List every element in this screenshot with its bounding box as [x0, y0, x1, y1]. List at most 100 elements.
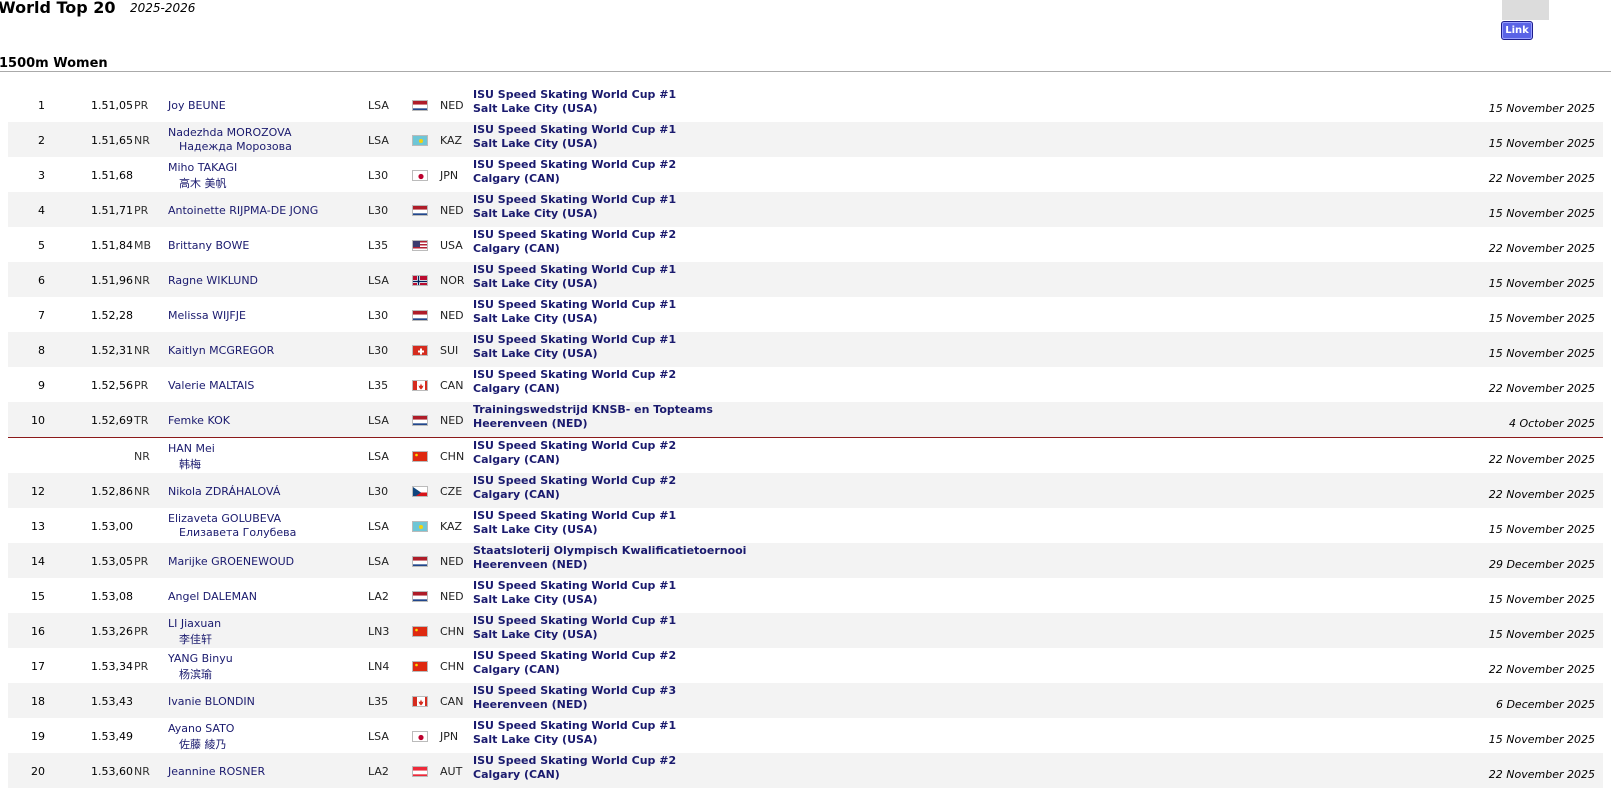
rank: 17 [31, 660, 45, 673]
competition-link[interactable]: ISU Speed Skating World Cup #2 [473, 754, 676, 767]
category: LSA [368, 730, 389, 743]
competition-link[interactable]: ISU Speed Skating World Cup #1 [473, 193, 676, 206]
athlete-name[interactable]: Elizaveta GOLUBEVA [168, 512, 281, 525]
date: 15 November 2025 [1488, 102, 1595, 115]
table-row: 10 1.52,69 TR Femke KOK LSA NED Training… [8, 402, 1603, 437]
athlete-name[interactable]: Jeannine ROSNER [168, 765, 265, 778]
table-row: 8 1.52,31 NR Kaitlyn MCGREGOR L30 SUI IS… [8, 332, 1603, 367]
venue[interactable]: Salt Lake City (USA) [473, 207, 597, 220]
record-code: PR [134, 555, 149, 568]
venue[interactable]: Calgary (CAN) [473, 768, 560, 781]
athlete-name[interactable]: Ivanie BLONDIN [168, 695, 255, 708]
record-code: NR [134, 274, 150, 287]
athlete-name[interactable]: Nadezhda MOROZOVA [168, 126, 291, 139]
venue[interactable]: Heerenveen (NED) [473, 698, 588, 711]
venue[interactable]: Salt Lake City (USA) [473, 733, 597, 746]
competition-link[interactable]: ISU Speed Skating World Cup #2 [473, 474, 676, 487]
venue[interactable]: Calgary (CAN) [473, 242, 560, 255]
athlete-name[interactable]: LI Jiaxuan [168, 617, 221, 630]
venue[interactable]: Calgary (CAN) [473, 488, 560, 501]
athlete-name[interactable]: Melissa WIJFJE [168, 309, 246, 322]
athlete-name[interactable]: Nikola ZDRÁHALOVÁ [168, 485, 280, 498]
venue[interactable]: Heerenveen (NED) [473, 558, 588, 571]
competition-link[interactable]: ISU Speed Skating World Cup #2 [473, 158, 676, 171]
flag-icon [412, 731, 428, 742]
athlete-name[interactable]: Antoinette RIJPMA-DE JONG [168, 204, 318, 217]
table-row: 3 1.51,68 Miho TAKAGI 高木 美帆 L30 JPN ISU S… [8, 157, 1603, 192]
rank: 4 [38, 204, 45, 217]
nationality: NED [440, 204, 464, 217]
flag-icon [412, 486, 428, 497]
link-button[interactable]: Link [1501, 21, 1533, 40]
athlete-name[interactable]: Ayano SATO [168, 722, 234, 735]
competition-link[interactable]: ISU Speed Skating World Cup #1 [473, 614, 676, 627]
competition-link[interactable]: ISU Speed Skating World Cup #1 [473, 333, 676, 346]
venue[interactable]: Salt Lake City (USA) [473, 628, 597, 641]
competition-link[interactable]: ISU Speed Skating World Cup #2 [473, 228, 676, 241]
time: 1.51,96 [91, 274, 133, 287]
category: L35 [368, 239, 389, 252]
venue[interactable]: Calgary (CAN) [473, 453, 560, 466]
venue[interactable]: Salt Lake City (USA) [473, 523, 597, 536]
athlete-name[interactable]: Angel DALEMAN [168, 590, 257, 603]
venue[interactable]: Calgary (CAN) [473, 663, 560, 676]
venue[interactable]: Heerenveen (NED) [473, 417, 588, 430]
venue[interactable]: Salt Lake City (USA) [473, 102, 597, 115]
competition-link[interactable]: ISU Speed Skating World Cup #1 [473, 509, 676, 522]
athlete-name[interactable]: Femke KOK [168, 414, 230, 427]
image-placeholder [1502, 0, 1549, 20]
competition-link[interactable]: ISU Speed Skating World Cup #1 [473, 263, 676, 276]
venue[interactable]: Calgary (CAN) [473, 172, 560, 185]
competition-link[interactable]: ISU Speed Skating World Cup #1 [473, 88, 676, 101]
competition-link[interactable]: ISU Speed Skating World Cup #1 [473, 579, 676, 592]
time: 1.53,60 [91, 765, 133, 778]
competition-link[interactable]: ISU Speed Skating World Cup #1 [473, 298, 676, 311]
athlete-name[interactable]: Brittany BOWE [168, 239, 249, 252]
competition-link[interactable]: Staatsloterij Olympisch Kwalificatietoer… [473, 544, 746, 557]
competition-link[interactable]: ISU Speed Skating World Cup #1 [473, 123, 676, 136]
flag-icon [412, 556, 428, 567]
competition-link[interactable]: Trainingswedstrijd KNSB- en Topteams [473, 403, 713, 416]
rank: 10 [31, 414, 45, 427]
venue[interactable]: Salt Lake City (USA) [473, 137, 597, 150]
nationality: NED [440, 414, 464, 427]
athlete-name[interactable]: Kaitlyn MCGREGOR [168, 344, 274, 357]
record-code: PR [134, 99, 149, 112]
athlete-name[interactable]: HAN Mei [168, 442, 215, 455]
athlete-name[interactable]: Miho TAKAGI [168, 161, 237, 174]
nationality: CAN [440, 695, 464, 708]
nationality: CHN [440, 450, 465, 463]
athlete-name[interactable]: YANG Binyu [168, 652, 233, 665]
nationality: USA [440, 239, 463, 252]
athlete-name[interactable]: Ragne WIKLUND [168, 274, 258, 287]
date: 22 November 2025 [1488, 663, 1595, 676]
athlete-name[interactable]: Joy BEUNE [168, 99, 226, 112]
table-row: 18 1.53,43 Ivanie BLONDIN L35 CAN ISU Sp… [8, 683, 1603, 718]
table-row: 13 1.53,00 Elizaveta GOLUBEVA Елизавета Г… [8, 508, 1603, 543]
athlete-name[interactable]: Marijke GROENEWOUD [168, 555, 294, 568]
flag-icon [412, 275, 428, 286]
competition-link[interactable]: ISU Speed Skating World Cup #3 [473, 684, 676, 697]
venue[interactable]: Salt Lake City (USA) [473, 593, 597, 606]
competition-link[interactable]: ISU Speed Skating World Cup #2 [473, 439, 676, 452]
rank: 14 [31, 555, 45, 568]
athlete-cell: Valerie MALTAIS [168, 379, 254, 392]
competition-link[interactable]: ISU Speed Skating World Cup #2 [473, 368, 676, 381]
venue[interactable]: Calgary (CAN) [473, 382, 560, 395]
time: 1.51,71 [91, 204, 133, 217]
rank: 19 [31, 730, 45, 743]
table-row: 4 1.51,71 PR Antoinette RIJPMA-DE JONG L… [8, 192, 1603, 227]
venue[interactable]: Salt Lake City (USA) [473, 347, 597, 360]
nationality: SUI [440, 344, 459, 357]
competition-link[interactable]: ISU Speed Skating World Cup #1 [473, 719, 676, 732]
date: 22 November 2025 [1488, 768, 1595, 781]
nationality: NED [440, 99, 464, 112]
competition-link[interactable]: ISU Speed Skating World Cup #2 [473, 649, 676, 662]
rank: 13 [31, 520, 45, 533]
category: LN4 [368, 660, 390, 673]
venue[interactable]: Salt Lake City (USA) [473, 277, 597, 290]
table-row: 19 1.53,49 Ayano SATO 佐藤 綾乃 LSA JPN ISU S… [8, 718, 1603, 753]
venue[interactable]: Salt Lake City (USA) [473, 312, 597, 325]
athlete-native-name: 李佳轩 [179, 633, 212, 646]
athlete-name[interactable]: Valerie MALTAIS [168, 379, 254, 392]
